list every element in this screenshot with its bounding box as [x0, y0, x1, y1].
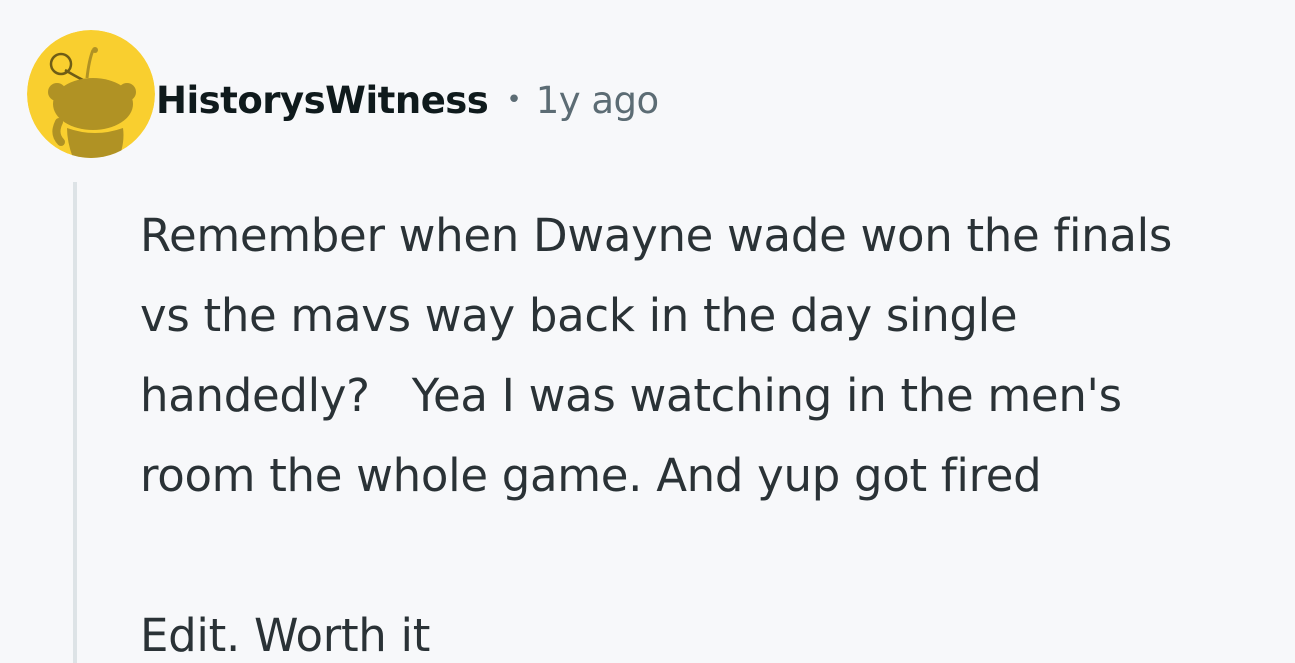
comment: HistorysWitness • 1y ago Remember when D…	[0, 0, 1295, 663]
avatar[interactable]	[27, 30, 155, 158]
comment-timestamp[interactable]: 1y ago	[536, 79, 660, 122]
comment-body: Remember when Dwayne wade won the finals…	[140, 196, 1290, 663]
comment-body-line: vs the mavs way back in the day single	[140, 289, 1018, 342]
reddit-snoo-avatar-icon	[27, 30, 155, 158]
comment-edit-line: Edit. Worth it	[140, 609, 431, 662]
comment-body-line: Remember when Dwayne wade won the finals	[140, 209, 1172, 262]
comment-body-line: room the whole game. And yup got fired	[140, 449, 1042, 502]
author-username[interactable]: HistorysWitness	[156, 79, 489, 122]
thread-line[interactable]	[73, 182, 77, 663]
meta-separator: •	[506, 85, 522, 115]
comment-body-line: handedly? Yea I was watching in the men'…	[140, 369, 1122, 422]
comment-header: HistorysWitness • 1y ago	[156, 72, 659, 128]
